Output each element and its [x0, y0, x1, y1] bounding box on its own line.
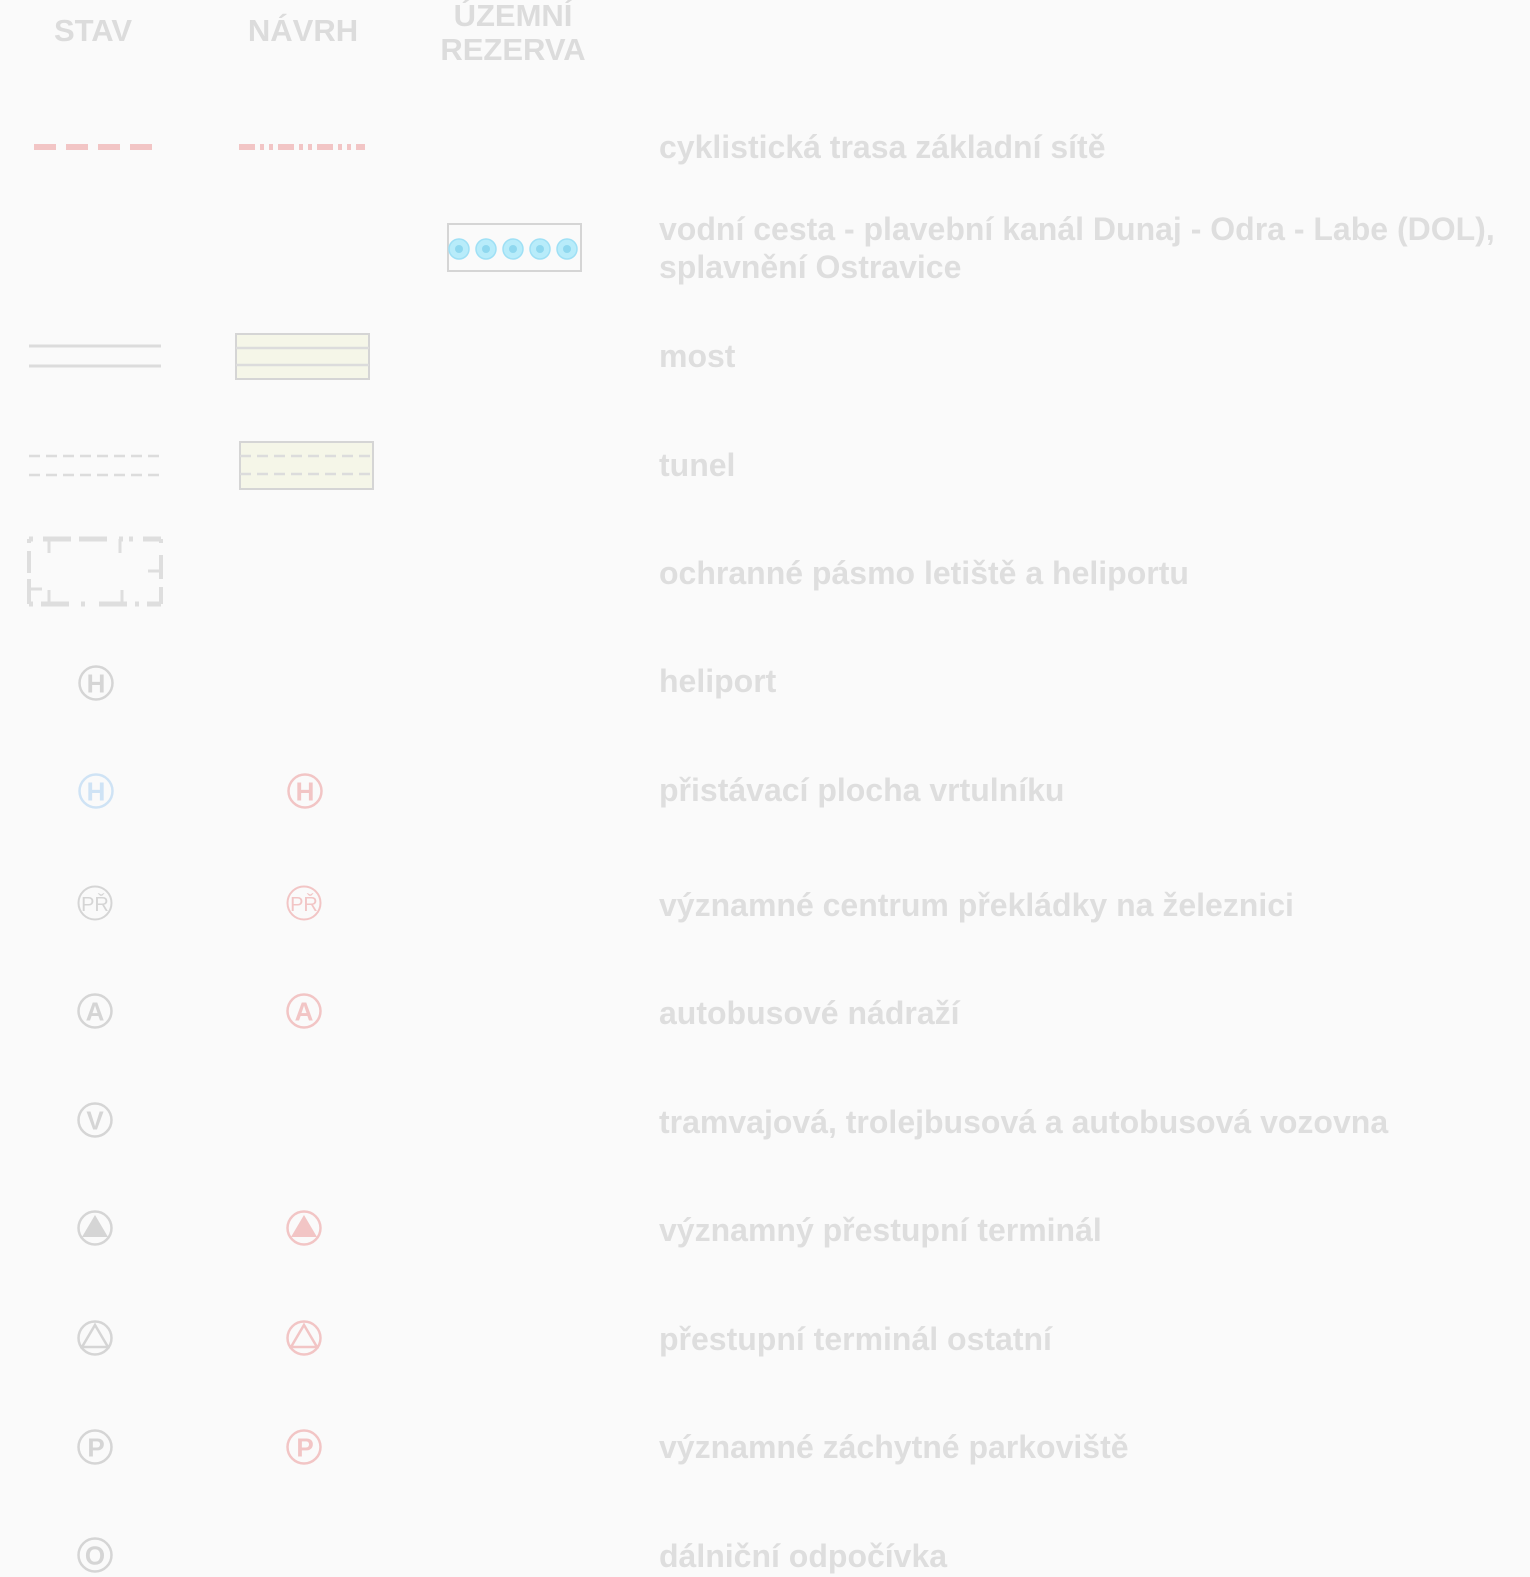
- depot-existing-symbol: V: [77, 1102, 113, 1138]
- label-protection-zone: ochranné pásmo letiště a heliportu: [659, 555, 1189, 591]
- svg-text:PŘ: PŘ: [81, 893, 109, 916]
- svg-text:A: A: [295, 997, 314, 1027]
- bus-station-existing-symbol: A: [77, 993, 113, 1029]
- label-waterway-line1: vodní cesta - plavební kanál Dunaj - Odr…: [659, 211, 1495, 247]
- svg-text:H: H: [87, 777, 106, 807]
- svg-text:PŘ: PŘ: [290, 893, 318, 916]
- label-park-and-ride: významné záchytné parkoviště: [659, 1429, 1129, 1465]
- major-terminal-proposed-symbol: [286, 1210, 322, 1246]
- protection-zone-symbol: [27, 536, 163, 607]
- label-rest-area: dálniční odpočívka: [659, 1538, 948, 1574]
- helipad-proposed-symbol: H: [287, 773, 323, 809]
- park-and-ride-proposed-symbol: P: [286, 1429, 322, 1465]
- svg-text:P: P: [296, 1433, 313, 1463]
- other-terminal-proposed-symbol: [286, 1320, 322, 1356]
- svg-text:P: P: [87, 1433, 104, 1463]
- tunnel-existing-symbol: [29, 454, 161, 477]
- bridge-existing-symbol: [29, 344, 161, 368]
- bridge-proposed-symbol: [235, 333, 370, 380]
- other-terminal-existing-symbol: [77, 1320, 113, 1356]
- park-and-ride-existing-symbol: P: [77, 1429, 113, 1465]
- heliport-existing-symbol: H: [78, 665, 114, 701]
- label-depot: tramvajová, trolejbusová a autobusová vo…: [659, 1104, 1389, 1140]
- label-major-terminal: významný přestupní terminál: [659, 1212, 1102, 1248]
- label-helipad: přistávací plocha vrtulníku: [659, 772, 1065, 808]
- label-bus-station: autobusové nádraží: [659, 995, 960, 1031]
- rest-area-existing-symbol: O: [77, 1537, 113, 1573]
- transshipment-center-proposed-symbol: PŘ: [286, 885, 322, 921]
- svg-text:O: O: [85, 1541, 105, 1571]
- bus-station-proposed-symbol: A: [286, 993, 322, 1029]
- label-waterway: vodní cesta - plavební kanál Dunaj - Odr…: [659, 210, 1495, 286]
- label-tunnel: tunel: [659, 447, 736, 483]
- waterway-reserve-symbol: [447, 223, 582, 272]
- label-other-terminal: přestupní terminál ostatní: [659, 1321, 1052, 1357]
- svg-text:H: H: [87, 669, 106, 699]
- svg-text:V: V: [86, 1106, 104, 1136]
- label-cyclo-route: cyklistická trasa základní sítě: [659, 129, 1106, 165]
- label-transshipment-center: významné centrum překládky na železnici: [659, 887, 1294, 923]
- svg-text:A: A: [86, 997, 105, 1027]
- label-heliport: heliport: [659, 663, 777, 699]
- tunnel-proposed-symbol: [239, 441, 374, 490]
- transshipment-center-existing-symbol: PŘ: [77, 885, 113, 921]
- helipad-existing-symbol: H: [78, 773, 114, 809]
- svg-text:H: H: [296, 777, 315, 807]
- label-waterway-line2: splavnění Ostravice: [659, 249, 962, 285]
- label-bridge: most: [659, 338, 736, 374]
- major-terminal-existing-symbol: [77, 1210, 113, 1246]
